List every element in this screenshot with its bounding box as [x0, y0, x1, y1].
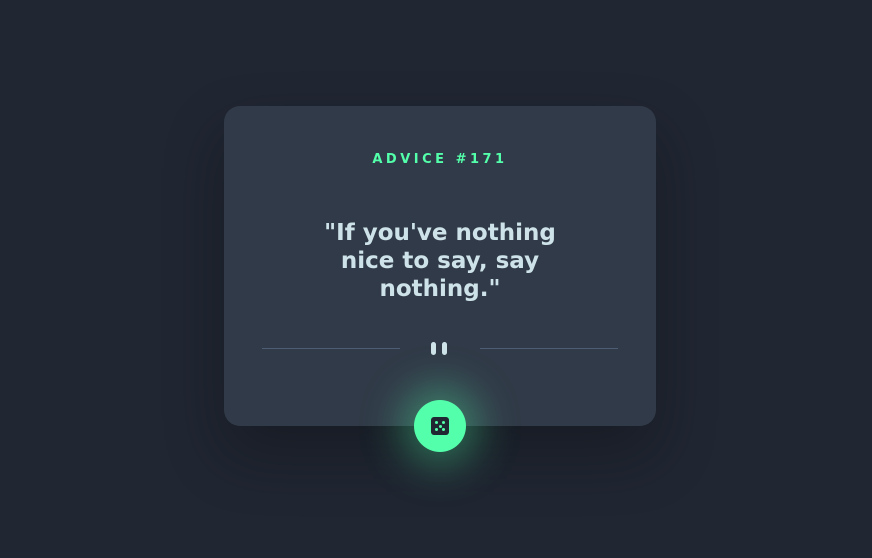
pause-bar-right — [442, 342, 447, 355]
advice-card: ADVICE #171 "If you've nothing nice to s… — [224, 106, 656, 426]
advice-id-label: ADVICE #171 — [372, 152, 508, 167]
divider-line-right — [480, 348, 618, 349]
generate-advice-button[interactable] — [414, 400, 466, 452]
dice-icon — [431, 417, 449, 435]
pause-icon — [431, 342, 449, 356]
advice-quote: "If you've nothing nice to say, say noth… — [324, 220, 556, 302]
divider-line-left — [262, 348, 400, 349]
pause-bar-left — [431, 342, 436, 355]
pattern-divider — [262, 339, 618, 357]
